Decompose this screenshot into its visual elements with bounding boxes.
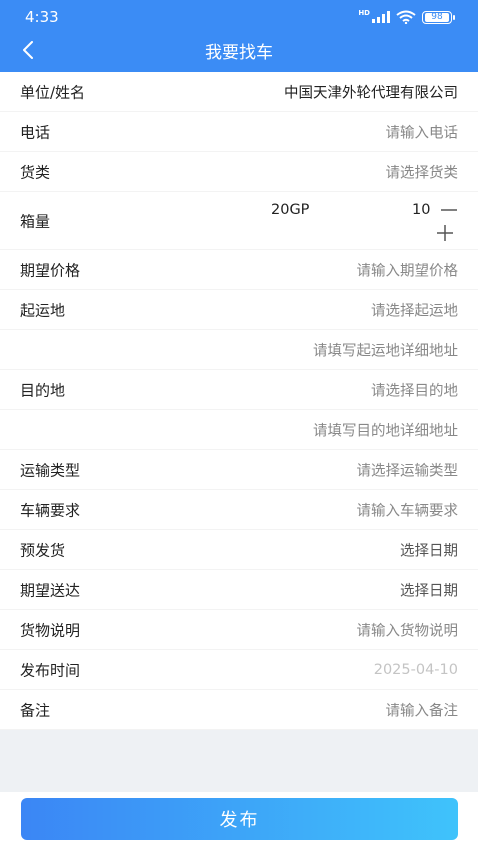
destination-detail-row[interactable]: 请填写目的地详细地址 xyxy=(0,410,478,450)
minus-icon xyxy=(441,209,457,211)
delivery-date-label: 期望送达 xyxy=(20,581,81,599)
remarks-input[interactable]: 请输入备注 xyxy=(386,699,459,720)
destination-row[interactable]: 目的地 请选择目的地 xyxy=(0,370,478,410)
expected-price-label: 期望价格 xyxy=(20,261,81,279)
signal-icon xyxy=(372,11,390,23)
battery-level: 98 xyxy=(425,12,449,22)
origin-detail-input[interactable]: 请填写起运地详细地址 xyxy=(313,339,458,360)
container-quantity-row: 箱量 20GP 10 xyxy=(0,192,478,250)
increment-button[interactable] xyxy=(435,223,455,243)
expected-price-row[interactable]: 期望价格 请输入期望价格 xyxy=(0,250,478,290)
decrement-button[interactable] xyxy=(439,200,459,220)
cargo-type-row[interactable]: 货类 请选择货类 xyxy=(0,152,478,192)
cargo-description-label: 货物说明 xyxy=(20,621,81,639)
remarks-row[interactable]: 备注 请输入备注 xyxy=(0,690,478,730)
destination-select[interactable]: 请选择目的地 xyxy=(371,379,458,400)
publish-time-row: 发布时间 2025-04-10 xyxy=(0,650,478,690)
container-quantity[interactable]: 10 xyxy=(412,202,430,218)
delivery-date-picker[interactable]: 选择日期 xyxy=(400,579,458,600)
expected-price-input[interactable]: 请输入期望价格 xyxy=(357,259,459,280)
company-label: 单位/姓名 xyxy=(20,83,86,101)
phone-row[interactable]: 电话 请输入电话 xyxy=(0,112,478,152)
pickup-date-picker[interactable]: 选择日期 xyxy=(400,539,458,560)
transport-type-row[interactable]: 运输类型 请选择运输类型 xyxy=(0,450,478,490)
status-time: 4:33 xyxy=(25,8,59,26)
company-row[interactable]: 单位/姓名 中国天津外轮代理有限公司 xyxy=(0,72,478,112)
battery-icon: 98 xyxy=(422,10,455,24)
pickup-date-label: 预发货 xyxy=(20,541,66,559)
vehicle-requirement-row[interactable]: 车辆要求 请输入车辆要求 xyxy=(0,490,478,530)
container-label: 箱量 xyxy=(20,212,51,230)
destination-label: 目的地 xyxy=(20,381,66,399)
phone-label: 电话 xyxy=(20,123,51,141)
destination-detail-input[interactable]: 请填写目的地详细地址 xyxy=(313,419,458,440)
container-type[interactable]: 20GP xyxy=(271,202,309,218)
cargo-type-select[interactable]: 请选择货类 xyxy=(386,161,459,182)
cargo-description-row[interactable]: 货物说明 请输入货物说明 xyxy=(0,610,478,650)
cargo-type-label: 货类 xyxy=(20,163,51,181)
status-bar: 4:33 HD 98 xyxy=(0,0,478,34)
network-type-label: HD xyxy=(358,9,370,17)
pickup-date-row[interactable]: 预发货 选择日期 xyxy=(0,530,478,570)
nav-bar: 我要找车 xyxy=(0,34,478,66)
publish-button[interactable]: 发布 xyxy=(21,798,458,840)
origin-row[interactable]: 起运地 请选择起运地 xyxy=(0,290,478,330)
transport-type-select[interactable]: 请选择运输类型 xyxy=(357,459,459,480)
publish-time-value: 2025-04-10 xyxy=(373,661,458,678)
phone-input[interactable]: 请输入电话 xyxy=(386,121,459,142)
footer-bar: 发布 xyxy=(0,792,478,850)
origin-select[interactable]: 请选择起运地 xyxy=(371,299,458,320)
transport-type-label: 运输类型 xyxy=(20,461,81,479)
vehicle-requirement-input[interactable]: 请输入车辆要求 xyxy=(357,499,459,520)
origin-label: 起运地 xyxy=(20,301,66,319)
find-truck-form: 单位/姓名 中国天津外轮代理有限公司 电话 请输入电话 货类 请选择货类 箱量 … xyxy=(0,72,478,730)
origin-detail-row[interactable]: 请填写起运地详细地址 xyxy=(0,330,478,370)
wifi-icon xyxy=(396,10,416,24)
publish-time-label: 发布时间 xyxy=(20,661,81,679)
delivery-date-row[interactable]: 期望送达 选择日期 xyxy=(0,570,478,610)
status-icons: HD 98 xyxy=(358,9,455,25)
vehicle-requirement-label: 车辆要求 xyxy=(20,501,81,519)
company-value[interactable]: 中国天津外轮代理有限公司 xyxy=(284,81,458,102)
plus-icon xyxy=(437,225,453,241)
page-title: 我要找车 xyxy=(205,43,273,63)
remarks-label: 备注 xyxy=(20,701,51,719)
cargo-description-input[interactable]: 请输入货物说明 xyxy=(357,619,459,640)
app-header: 4:33 HD 98 我要找车 xyxy=(0,0,478,72)
